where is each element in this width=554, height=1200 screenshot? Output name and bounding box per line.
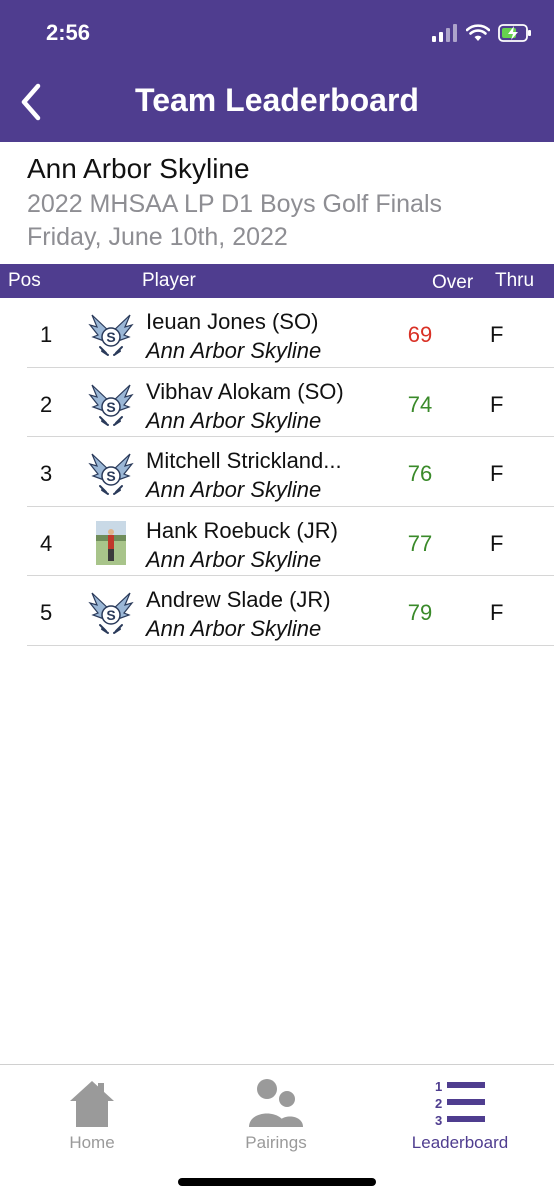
- table-row[interactable]: 4 Hank Roebuck (JR) Ann Arbor Skyline 77…: [0, 507, 554, 577]
- status-icons: [432, 22, 532, 44]
- player-team: Ann Arbor Skyline: [146, 616, 322, 641]
- over-score: 74: [407, 391, 433, 417]
- svg-text:S: S: [106, 607, 115, 623]
- tab-home-label: Home: [69, 1133, 115, 1152]
- svg-text:S: S: [106, 468, 115, 484]
- player-name: Andrew Slade (JR): [146, 587, 331, 612]
- table-row[interactable]: 5 S Andrew Slade (JR) Ann Arbor Skyline …: [0, 576, 554, 646]
- player-team: Ann Arbor Skyline: [146, 407, 322, 433]
- table-row[interactable]: 2 S Vibhav Alokam (SO) Ann Arbor Skyline…: [0, 368, 554, 438]
- thru-status: F: [490, 600, 504, 625]
- team-logo-icon: S: [88, 590, 134, 634]
- svg-text:1: 1: [435, 1079, 442, 1094]
- home-icon: [70, 1081, 114, 1127]
- player-photo: [88, 520, 134, 565]
- svg-text:2: 2: [435, 1096, 442, 1111]
- player-name: Mitchell Strickland...: [146, 448, 342, 473]
- leaderboard-list-icon: 1 2 3: [435, 1079, 485, 1128]
- player-name: Vibhav Alokam (SO): [146, 378, 344, 404]
- row-position: 2: [40, 391, 53, 417]
- column-header-pos: Pos: [8, 270, 41, 291]
- thru-status: F: [490, 461, 504, 486]
- player-team: Ann Arbor Skyline: [146, 338, 322, 363]
- thru-status: F: [490, 391, 504, 417]
- team-logo-icon: S: [88, 312, 134, 356]
- tab-pairings[interactable]: Pairings: [201, 1071, 351, 1155]
- over-score: 79: [407, 600, 433, 625]
- svg-text:3: 3: [435, 1113, 442, 1128]
- event-name: 2022 MHSAA LP D1 Boys Golf Finals: [27, 190, 443, 218]
- tab-home[interactable]: Home: [17, 1071, 167, 1155]
- row-position: 5: [40, 600, 53, 625]
- over-score: 77: [407, 530, 433, 556]
- status-time: 2:56: [46, 20, 91, 45]
- row-position: 3: [40, 461, 53, 486]
- thru-status: F: [490, 322, 504, 347]
- team-name: Ann Arbor Skyline: [27, 153, 250, 184]
- column-header-thru: Thru: [495, 270, 535, 291]
- battery-charging-icon: [498, 24, 531, 42]
- home-indicator: [178, 1178, 376, 1186]
- svg-text:S: S: [106, 329, 115, 345]
- tab-leaderboard[interactable]: 1 2 3 Leaderboard: [385, 1071, 535, 1155]
- event-date: Friday, June 10th, 2022: [27, 223, 288, 251]
- table-row[interactable]: 1 S Ieuan Jones (SO) Ann Arbor Skyline 6…: [0, 298, 554, 368]
- row-position: 4: [40, 530, 53, 556]
- table-row[interactable]: 3 S Mitchell Strickland... Ann Arbor Sky…: [0, 437, 554, 507]
- column-header-over: Over: [432, 272, 474, 293]
- people-icon: [249, 1079, 303, 1127]
- over-score: 69: [407, 322, 433, 347]
- tab-leaderboard-label: Leaderboard: [411, 1133, 509, 1152]
- thru-status: F: [490, 530, 504, 556]
- page-title: Team Leaderboard: [135, 82, 419, 118]
- app-header: 2:56 Team Leaderboard: [0, 0, 554, 142]
- team-logo-icon: S: [88, 451, 134, 495]
- signal-icon: [432, 24, 457, 42]
- over-score: 76: [407, 461, 433, 486]
- player-name: Ieuan Jones (SO): [146, 309, 319, 334]
- leaderboard-table-header: Pos Player Over Thru: [0, 264, 554, 298]
- tab-pairings-label: Pairings: [245, 1133, 307, 1152]
- leaderboard-rows: 1 S Ieuan Jones (SO) Ann Arbor Skyline 6…: [0, 298, 554, 646]
- player-team: Ann Arbor Skyline: [146, 546, 322, 572]
- wifi-icon: [466, 24, 490, 41]
- player-team: Ann Arbor Skyline: [146, 477, 322, 502]
- row-position: 1: [40, 322, 53, 347]
- svg-text:S: S: [106, 399, 115, 415]
- team-logo-icon: S: [88, 382, 134, 426]
- player-name: Hank Roebuck (JR): [146, 517, 338, 543]
- column-header-player: Player: [142, 270, 196, 291]
- team-info: Ann Arbor Skyline 2022 MHSAA LP D1 Boys …: [27, 150, 442, 254]
